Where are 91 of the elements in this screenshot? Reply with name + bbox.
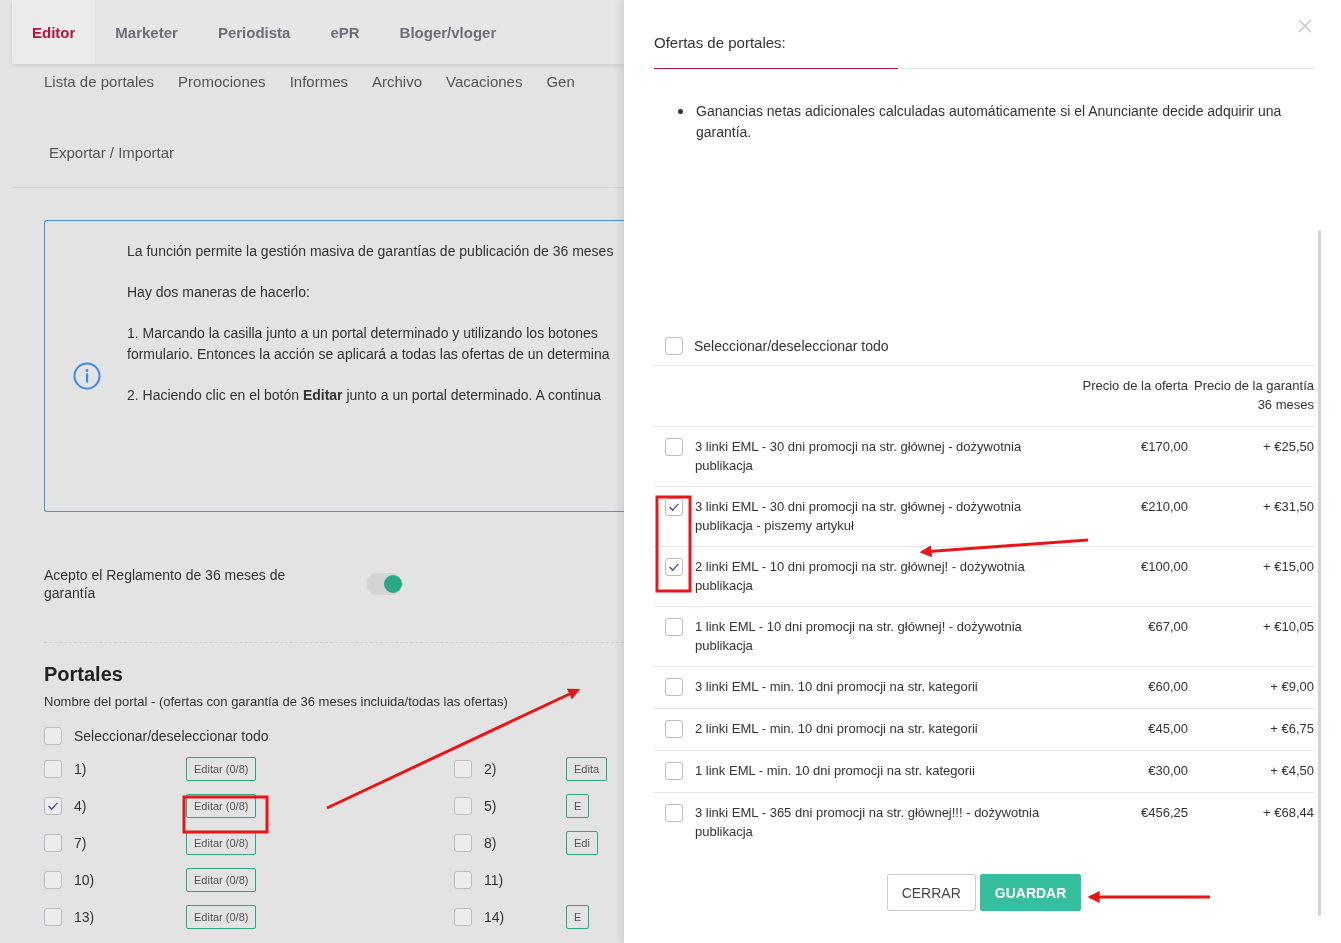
offer-name: 2 linki EML - min. 10 dni promocji na str. kategorii [695, 720, 978, 738]
portal-label: 1) [74, 760, 88, 777]
note-text: Ganancias netas adicionales calculadas automáticamente si el Anunciante decide adquirir una garantía. [696, 102, 1283, 142]
nav-tab[interactable]: Marketer [95, 0, 198, 64]
nav-tab[interactable]: Bloger/vloger [379, 0, 517, 64]
portal-label: 13) [74, 908, 96, 925]
offer-name: 3 linki EML - min. 10 dni promocji na str. kategorii [695, 678, 978, 696]
edit-button[interactable]: Edita [566, 756, 608, 781]
portal-label: 8) [484, 834, 498, 851]
guarantee-price: + €68,44 [1262, 804, 1314, 822]
checkbox[interactable] [665, 678, 683, 696]
sub-nav-link[interactable]: Vacaciones [434, 70, 535, 92]
offer-name: 3 linki EML - 30 dni promocji na str. głównej - dożywotnia publikacja [695, 438, 1023, 475]
edit-button[interactable]: E [566, 793, 590, 818]
checkbox[interactable] [44, 727, 62, 745]
checkbox[interactable] [665, 762, 683, 780]
agreement-label: Acepto el Reglamento de 36 meses de garantía [44, 566, 287, 602]
sub-nav-link[interactable]: Archivo [360, 70, 434, 92]
portal-label: 10) [74, 871, 96, 888]
edit-button[interactable]: Edi [566, 830, 598, 855]
portal-label: 2) [484, 760, 498, 777]
guarantee-price: + €25,50 [1262, 438, 1314, 456]
checkbox-label: Seleccionar/deseleccionar todo [694, 338, 889, 354]
guarantee-price: + €4,50 [1269, 762, 1314, 780]
sub-nav-link[interactable]: Exportar / Importar [32, 141, 187, 163]
portal-label: 5) [484, 797, 498, 814]
close-button[interactable]: CERRAR [886, 874, 976, 911]
close-icon[interactable] [1297, 18, 1313, 34]
offer-price: €210,00 [1140, 498, 1188, 516]
portal-label: 14) [484, 908, 506, 925]
portal-label: 4) [74, 797, 88, 814]
offer-name: 1 link EML - 10 dni promocji na str. głównej! - dożywotnia publikacja [695, 618, 1023, 655]
guarantee-price: + €9,00 [1269, 678, 1314, 696]
offer-price: €456,25 [1140, 804, 1188, 822]
guarantee-price: + €6,75 [1269, 720, 1314, 738]
column-header: Precio de la oferta [1081, 377, 1188, 395]
sub-nav-link[interactable]: Promociones [166, 70, 278, 92]
edit-button[interactable]: Editar (0/8) [186, 793, 257, 818]
offer-price: €45,00 [1147, 720, 1188, 738]
checkbox[interactable] [665, 720, 683, 738]
checkbox[interactable] [44, 833, 62, 852]
checkbox[interactable] [454, 870, 472, 889]
offer-name: 1 link EML - min. 10 dni promocji na str. kategorii [695, 762, 975, 780]
toggle-switch[interactable] [366, 573, 402, 595]
nav-tab[interactable]: Editor [12, 0, 96, 64]
info-text: 1. Marcando la casilla junto a un portal determinado y utilizando los botones formulario. Entonces la acción se aplicará a todas las ofertas de un determina [127, 324, 611, 364]
checkbox[interactable] [44, 759, 62, 778]
nav-tab[interactable]: Periodista [197, 0, 311, 64]
edit-button[interactable]: Editar (0/8) [186, 867, 257, 892]
guarantee-price: + €10,05 [1262, 618, 1314, 636]
portal-label: 7) [74, 834, 88, 851]
offer-price: €60,00 [1147, 678, 1188, 696]
checkbox-label: Seleccionar/deseleccionar todo [74, 728, 269, 744]
checkbox[interactable] [665, 558, 683, 576]
info-icon [73, 362, 101, 390]
checkbox[interactable] [454, 907, 472, 926]
sub-nav-link[interactable]: Lista de portales [32, 70, 167, 92]
column-header: Precio de la garantía 36 meses [1193, 377, 1314, 414]
checkbox[interactable] [665, 618, 683, 636]
checkbox[interactable] [454, 759, 472, 778]
checkbox[interactable] [454, 833, 472, 852]
offer-name: 3 linki EML - 365 dni promocji na str. głównej!!! - dożywotnia publikacja [695, 804, 1041, 841]
edit-button[interactable]: E [566, 904, 590, 929]
guarantee-price: + €31,50 [1262, 498, 1314, 516]
offer-price: €170,00 [1140, 438, 1188, 456]
info-text: 2. Haciendo clic en el botón Editar junto a un portal determinado. A continua [127, 386, 602, 405]
info-text: La función permite la gestión masiva de garantías de publicación de 36 meses [127, 242, 614, 261]
checkbox[interactable] [665, 337, 683, 355]
offer-price: €67,00 [1147, 618, 1188, 636]
guarantee-price: + €15,00 [1262, 558, 1314, 576]
offer-price: €100,00 [1140, 558, 1188, 576]
edit-button[interactable]: Editar (0/8) [186, 756, 257, 781]
checkbox[interactable] [665, 438, 683, 456]
checkbox[interactable] [454, 796, 472, 815]
drawer-title: Ofertas de portales: [654, 34, 787, 51]
info-text: Hay dos maneras de hacerlo: [127, 283, 311, 302]
offer-name: 3 linki EML - 30 dni promocji na str. głównej - dożywotnia publikacja - piszemy artykuł [695, 498, 1023, 535]
checkbox[interactable] [44, 870, 62, 889]
checkbox[interactable] [44, 907, 62, 926]
section-title: Portales [44, 663, 124, 686]
edit-button[interactable]: Editar (0/8) [186, 904, 257, 929]
sub-nav-link[interactable]: Gen [534, 70, 587, 92]
checkbox[interactable] [44, 796, 62, 815]
nav-tab[interactable]: ePR [310, 0, 380, 64]
portal-label: 11) [484, 871, 505, 888]
offer-name: 2 linki EML - 10 dni promocji na str. głównej! - dożywotnia publikacja [695, 558, 1026, 595]
bullet-icon [678, 109, 683, 114]
section-subtitle: Nombre del portal - (ofertas con garantía de 36 meses incluida/todas las ofertas) [44, 694, 509, 709]
offer-price: €30,00 [1147, 762, 1188, 780]
checkbox[interactable] [665, 804, 683, 822]
sub-nav-link[interactable]: Informes [277, 70, 360, 92]
